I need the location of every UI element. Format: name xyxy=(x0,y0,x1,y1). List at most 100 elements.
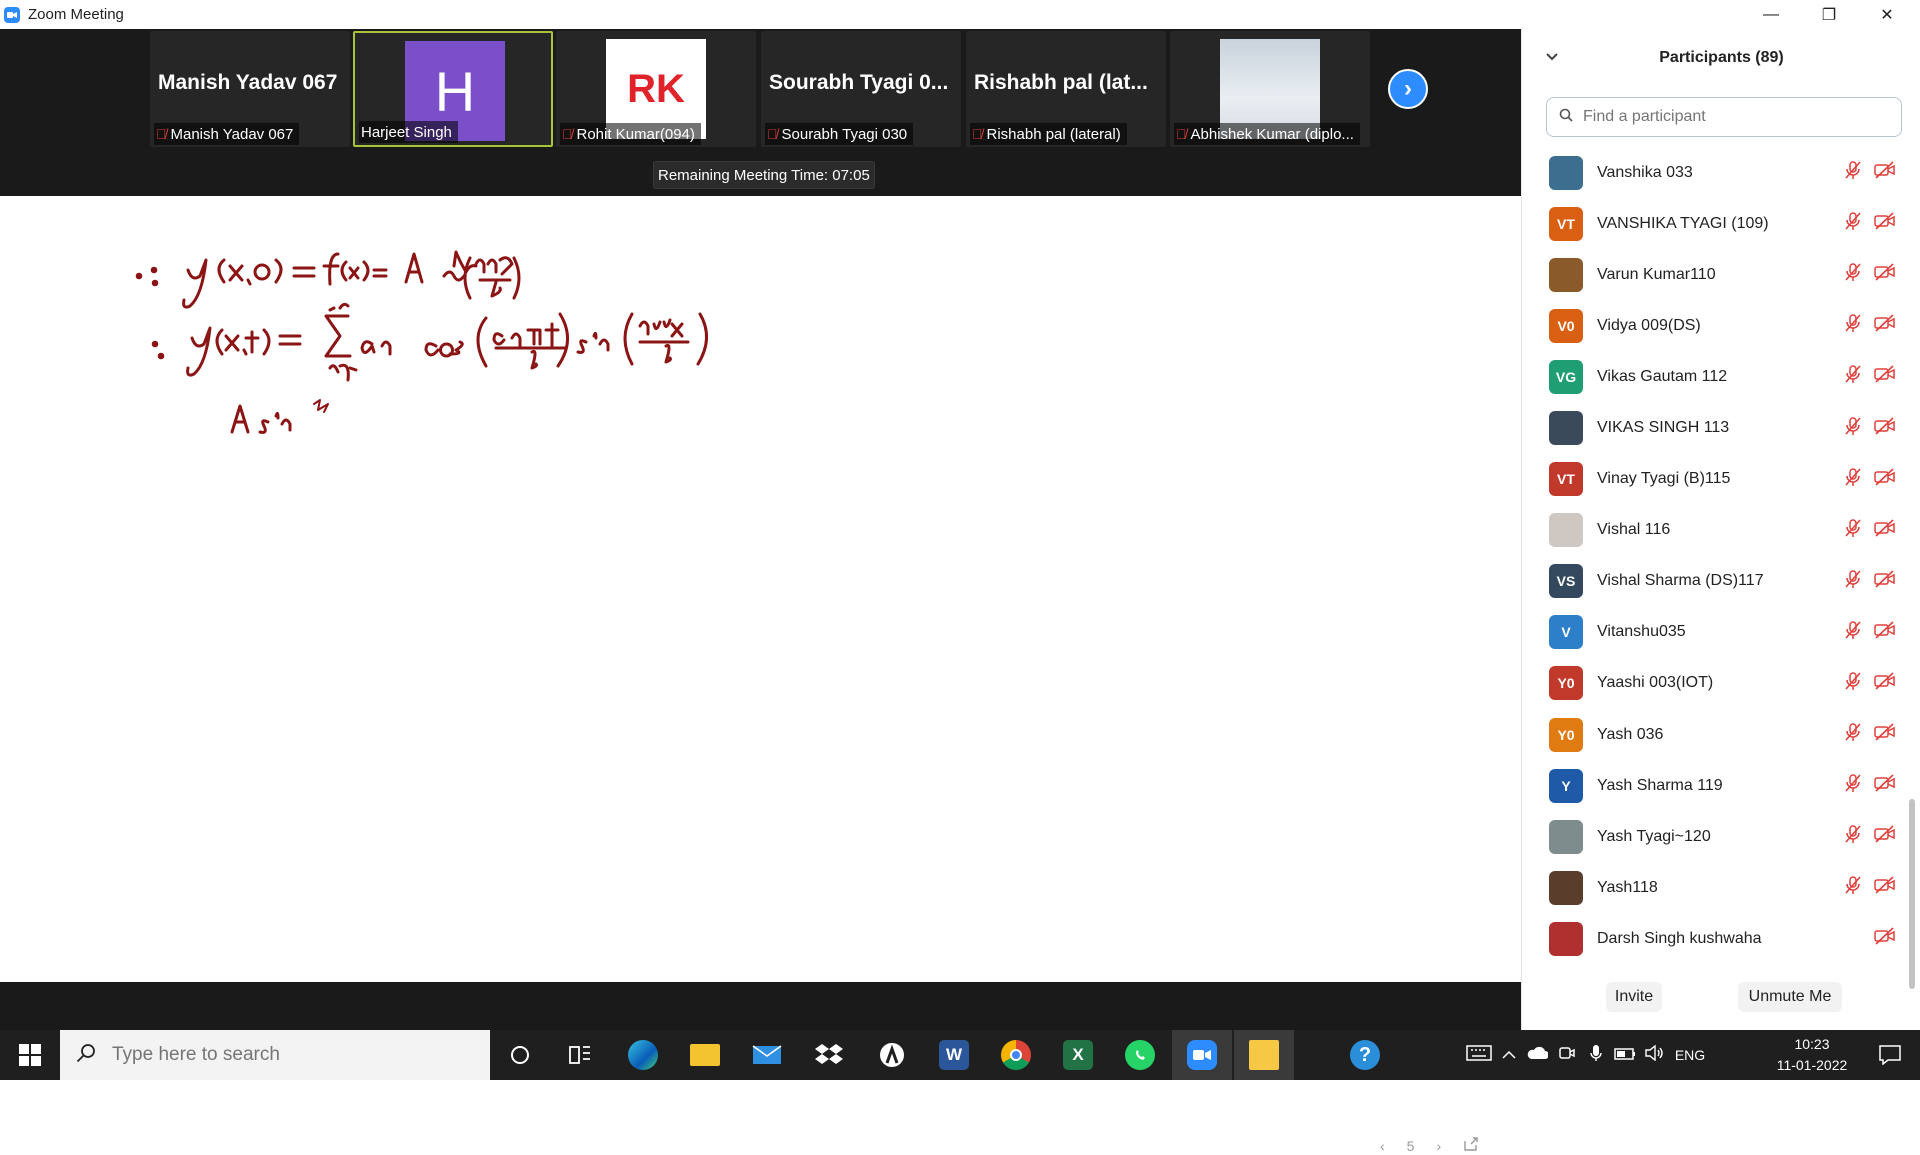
participant-row[interactable]: VS Vishal Sharma (DS)117 xyxy=(1522,556,1907,607)
video-off-icon[interactable] xyxy=(1874,774,1896,797)
participant-search-box[interactable] xyxy=(1546,97,1902,137)
edge-icon[interactable] xyxy=(613,1030,673,1080)
taskbar-search-box[interactable] xyxy=(60,1030,490,1080)
participant-row[interactable]: Vanshika 033 xyxy=(1522,147,1907,198)
onedrive-icon[interactable] xyxy=(1522,1046,1552,1064)
mic-muted-icon[interactable] xyxy=(1844,824,1862,849)
chrome-icon[interactable] xyxy=(986,1030,1046,1080)
participant-row[interactable]: Darsh Singh kushwaha xyxy=(1522,913,1907,964)
mic-muted-icon[interactable] xyxy=(1844,416,1862,441)
video-off-icon[interactable] xyxy=(1874,570,1896,593)
participant-row[interactable]: Y Yash Sharma 119 xyxy=(1522,760,1907,811)
participant-name: VANSHIKA TYAGI (109) xyxy=(1597,214,1769,232)
app-icon[interactable] xyxy=(862,1030,922,1080)
mic-muted-icon[interactable] xyxy=(1844,671,1862,696)
video-tile[interactable]: RK 🎙̸ Rohit Kumar(094) xyxy=(556,31,756,147)
mic-muted-icon[interactable] xyxy=(1844,722,1862,747)
unmute-me-button[interactable]: Unmute Me xyxy=(1738,982,1842,1012)
export-icon[interactable] xyxy=(1463,1136,1479,1155)
video-off-icon[interactable] xyxy=(1874,468,1896,491)
restore-button[interactable]: ❐ xyxy=(1800,0,1858,29)
cortana-icon[interactable] xyxy=(490,1030,550,1080)
participant-name: Vidya 009(DS) xyxy=(1597,316,1701,334)
whiteboard-canvas[interactable]: ‹ 5 › xyxy=(0,196,1521,1154)
video-off-icon[interactable] xyxy=(1874,263,1896,286)
participant-row[interactable]: Y0 Yash 036 xyxy=(1522,709,1907,760)
word-icon[interactable]: W xyxy=(924,1030,984,1080)
mic-muted-icon[interactable] xyxy=(1844,262,1862,287)
participant-row[interactable]: Yash118 xyxy=(1522,862,1907,913)
participant-row[interactable]: VIKAS SINGH 113 xyxy=(1522,402,1907,453)
prev-page-button[interactable]: ‹ xyxy=(1380,1138,1385,1154)
keyboard-icon[interactable] xyxy=(1462,1045,1496,1065)
zoom-icon[interactable] xyxy=(1172,1030,1232,1080)
participant-row[interactable]: Varun Kumar110 xyxy=(1522,249,1907,300)
participant-row[interactable]: V0 Vidya 009(DS) xyxy=(1522,300,1907,351)
invite-button[interactable]: Invite xyxy=(1606,982,1662,1012)
participant-row[interactable]: V Vitanshu035 xyxy=(1522,607,1907,658)
mail-icon[interactable] xyxy=(737,1030,797,1080)
video-tile[interactable]: 🎙̸ Abhishek Kumar (diplo... xyxy=(1170,31,1370,147)
next-page-arrow-icon[interactable]: › xyxy=(1388,69,1428,109)
video-off-icon[interactable] xyxy=(1874,519,1896,542)
notifications-icon[interactable] xyxy=(1860,1030,1920,1080)
video-off-icon[interactable] xyxy=(1874,365,1896,388)
microphone-icon[interactable] xyxy=(1582,1044,1610,1066)
participant-name: Yash Sharma 119 xyxy=(1597,776,1723,794)
whatsapp-icon[interactable] xyxy=(1110,1030,1170,1080)
taskbar-search-input[interactable] xyxy=(110,1043,470,1067)
windows-start-button[interactable] xyxy=(0,1030,60,1080)
mic-muted-icon[interactable] xyxy=(1844,160,1862,185)
participant-row[interactable]: VT VANSHIKA TYAGI (109) xyxy=(1522,198,1907,249)
battery-icon[interactable] xyxy=(1610,1047,1640,1064)
participant-row[interactable]: VG Vikas Gautam 112 xyxy=(1522,351,1907,402)
video-off-icon[interactable] xyxy=(1874,314,1896,337)
meet-now-icon[interactable] xyxy=(1552,1044,1582,1066)
video-off-icon[interactable] xyxy=(1874,927,1896,950)
task-view-icon[interactable] xyxy=(550,1030,610,1080)
windows-taskbar: W X ? ENG 10:23 11-01-2022 xyxy=(0,1030,1920,1080)
video-off-icon[interactable] xyxy=(1874,876,1896,899)
video-tile-active-speaker[interactable]: H Harjeet Singh xyxy=(353,31,553,147)
video-off-icon[interactable] xyxy=(1874,825,1896,848)
mic-muted-icon[interactable] xyxy=(1844,211,1862,236)
video-off-icon[interactable] xyxy=(1874,161,1896,184)
mic-muted-icon[interactable] xyxy=(1844,518,1862,543)
dropbox-icon[interactable] xyxy=(799,1030,859,1080)
file-explorer-icon[interactable] xyxy=(675,1030,735,1080)
mic-muted-icon[interactable] xyxy=(1844,467,1862,492)
mic-muted-icon[interactable] xyxy=(1844,620,1862,645)
participant-row[interactable]: Vishal 116 xyxy=(1522,505,1907,556)
mic-muted-icon[interactable] xyxy=(1844,313,1862,338)
video-off-icon[interactable] xyxy=(1874,672,1896,695)
mic-muted-icon[interactable] xyxy=(1844,364,1862,389)
mic-muted-icon[interactable] xyxy=(1844,875,1862,900)
participant-search-input[interactable] xyxy=(1581,107,1881,127)
participant-row[interactable]: VT Vinay Tyagi (B)115 xyxy=(1522,454,1907,505)
help-icon[interactable]: ? xyxy=(1335,1030,1395,1080)
participants-title: Participants (89) xyxy=(1659,49,1784,66)
chevron-up-icon[interactable] xyxy=(1496,1047,1522,1064)
sticky-notes-icon[interactable] xyxy=(1234,1030,1294,1080)
participant-row[interactable]: Y0 Yaashi 003(IOT) xyxy=(1522,658,1907,709)
avatar: VT xyxy=(1549,462,1583,497)
participant-list-scrollbar[interactable] xyxy=(1909,799,1915,989)
minimize-button[interactable]: — xyxy=(1742,0,1800,29)
participant-row[interactable]: Yash Tyagi~120 xyxy=(1522,811,1907,862)
video-tile[interactable]: Manish Yadav 067 🎙̸ Manish Yadav 067 xyxy=(150,31,350,147)
video-tile[interactable]: Rishabh pal (lat... 🎙̸ Rishabh pal (later… xyxy=(966,31,1166,147)
video-off-icon[interactable] xyxy=(1874,212,1896,235)
volume-icon[interactable] xyxy=(1640,1044,1670,1065)
mic-muted-icon[interactable] xyxy=(1844,773,1862,798)
language-indicator[interactable]: ENG xyxy=(1670,1047,1710,1063)
mic-muted-icon[interactable] xyxy=(1844,569,1862,594)
video-off-icon[interactable] xyxy=(1874,621,1896,644)
video-off-icon[interactable] xyxy=(1874,723,1896,746)
excel-icon[interactable]: X xyxy=(1048,1030,1108,1080)
next-page-button[interactable]: › xyxy=(1436,1138,1441,1154)
tile-label: 🎙̸ Abhishek Kumar (diplo... xyxy=(1174,123,1360,145)
taskbar-clock[interactable]: 10:23 11-01-2022 xyxy=(1770,1034,1854,1076)
video-off-icon[interactable] xyxy=(1874,416,1896,440)
close-button[interactable]: ✕ xyxy=(1858,0,1916,29)
video-tile[interactable]: Sourabh Tyagi 0... 🎙̸ Sourabh Tyagi 030 xyxy=(761,31,961,147)
